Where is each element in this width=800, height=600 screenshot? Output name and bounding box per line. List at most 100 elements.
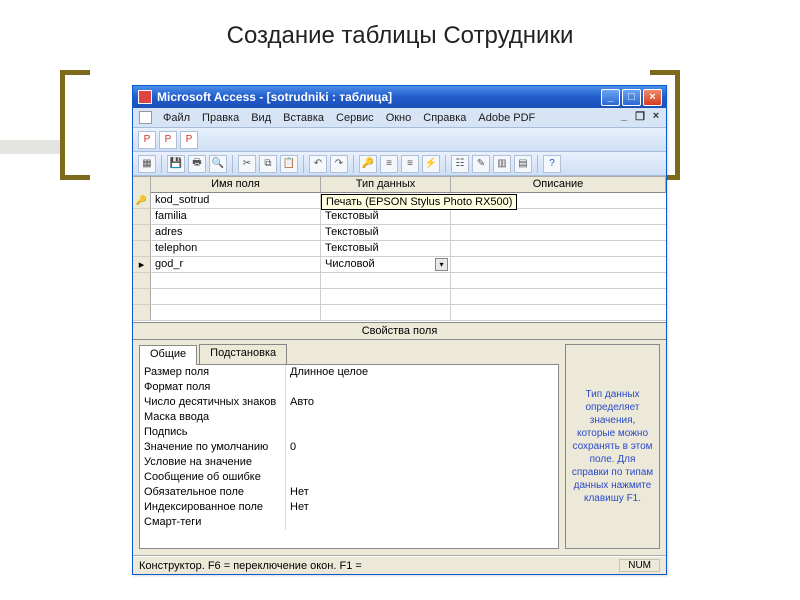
prop-label: Значение по умолчанию [140, 440, 285, 455]
table-row[interactable] [133, 273, 666, 289]
minimize-button[interactable]: _ [601, 89, 620, 106]
tab-general[interactable]: Общие [139, 345, 197, 365]
copy-icon[interactable]: ⧉ [259, 155, 277, 173]
field-type-cell[interactable]: Текстовый [321, 225, 451, 240]
decor-stripe [0, 140, 60, 154]
decor-bracket-left [60, 70, 90, 180]
grid-header: Имя поля Тип данных Описание [133, 177, 666, 193]
field-name-cell[interactable]: god_r [151, 257, 321, 272]
maximize-button[interactable]: □ [622, 89, 641, 106]
prop-value[interactable]: Нет [285, 485, 558, 500]
pdf-icon-2[interactable]: P [159, 131, 177, 149]
doc-min-icon[interactable]: _ [618, 110, 630, 122]
access-window: Microsoft Access - [sotrudniki : таблица… [132, 85, 667, 575]
slide-title: Создание таблицы Сотрудники [0, 22, 800, 50]
field-name-cell[interactable]: adres [151, 225, 321, 240]
rows-icon-2[interactable]: ≡ [401, 155, 419, 173]
prop-value[interactable]: Нет [285, 500, 558, 515]
field-name-cell[interactable]: kod_sotrud [151, 193, 321, 208]
prop-label: Обязательное поле [140, 485, 285, 500]
prop-value[interactable] [285, 425, 558, 440]
access-app-icon [138, 90, 152, 104]
prop-value[interactable] [285, 455, 558, 470]
field-properties-title: Свойства поля [133, 322, 666, 340]
menu-tools[interactable]: Сервис [331, 110, 379, 126]
table-row[interactable] [133, 305, 666, 321]
prop-label: Условие на значение [140, 455, 285, 470]
menu-view[interactable]: Вид [246, 110, 276, 126]
doc-restore-icon[interactable]: ❐ [634, 110, 646, 122]
view-icon[interactable]: ▦ [138, 155, 156, 173]
prop-label: Индексированное поле [140, 500, 285, 515]
prop-value[interactable] [285, 410, 558, 425]
table-row[interactable]: familia Текстовый [133, 209, 666, 225]
menu-adobe[interactable]: Adobe PDF [473, 110, 540, 126]
prop-label: Сообщение об ошибке [140, 470, 285, 485]
preview-icon[interactable]: 🔍 [209, 155, 227, 173]
table-row[interactable] [133, 289, 666, 305]
properties-grid: Размер поляДлинное целое Формат поля Чис… [139, 364, 559, 549]
help-icon[interactable]: ? [543, 155, 561, 173]
prop-value[interactable] [285, 380, 558, 395]
redo-icon[interactable]: ↷ [330, 155, 348, 173]
field-desc-cell[interactable] [451, 209, 666, 224]
field-grid: Имя поля Тип данных Описание Печать (EPS… [133, 176, 666, 322]
menubar: Файл Правка Вид Вставка Сервис Окно Спра… [133, 108, 666, 128]
prop-value[interactable] [285, 470, 558, 485]
prop-value[interactable]: Длинное целое [285, 365, 558, 380]
field-desc-cell[interactable] [451, 225, 666, 240]
statusbar: Конструктор. F6 = переключение окон. F1 … [133, 556, 666, 574]
index-icon[interactable]: ⚡ [422, 155, 440, 173]
cut-icon[interactable]: ✂ [238, 155, 256, 173]
table-row[interactable]: adres Текстовый [133, 225, 666, 241]
close-button[interactable]: × [643, 89, 662, 106]
prop-value[interactable]: Авто [285, 395, 558, 410]
field-desc-cell[interactable] [451, 257, 666, 272]
current-row-indicator-icon: ▸ [139, 258, 145, 271]
key-icon[interactable]: 🔑 [359, 155, 377, 173]
menu-window[interactable]: Окно [381, 110, 417, 126]
field-name-cell[interactable]: telephon [151, 241, 321, 256]
field-name-cell[interactable]: familia [151, 209, 321, 224]
document-icon [139, 111, 152, 124]
field-type-cell[interactable]: Текстовый [321, 241, 451, 256]
db-window-icon[interactable]: ▥ [493, 155, 511, 173]
print-icon[interactable]: 🖶 [188, 155, 206, 173]
table-row[interactable]: ▸ god_r Числовой ▾ [133, 257, 666, 273]
col-header-type[interactable]: Тип данных [321, 177, 451, 193]
prop-value[interactable] [285, 515, 558, 530]
toolbar-main: ▦ 💾 🖶 🔍 ✂ ⧉ 📋 ↶ ↷ 🔑 ≡ ≡ ⚡ ☷ ✎ ▥ ▤ ? [133, 152, 666, 176]
table-row[interactable]: telephon Текстовый [133, 241, 666, 257]
tab-lookup[interactable]: Подстановка [199, 344, 287, 364]
prop-label: Формат поля [140, 380, 285, 395]
prop-label: Размер поля [140, 365, 285, 380]
field-type-cell[interactable]: Числовой ▾ [321, 257, 451, 272]
primary-key-icon: 🔑 [136, 195, 147, 206]
menu-file[interactable]: Файл [158, 110, 195, 126]
field-type-cell[interactable]: Текстовый [321, 209, 451, 224]
props-icon[interactable]: ☷ [451, 155, 469, 173]
builder-icon[interactable]: ✎ [472, 155, 490, 173]
menu-insert[interactable]: Вставка [278, 110, 329, 126]
prop-value[interactable]: 0 [285, 440, 558, 455]
prop-label: Число десятичных знаков [140, 395, 285, 410]
save-icon[interactable]: 💾 [167, 155, 185, 173]
col-header-name[interactable]: Имя поля [151, 177, 321, 193]
pdf-icon-1[interactable]: P [138, 131, 156, 149]
paste-icon[interactable]: 📋 [280, 155, 298, 173]
pdf-icon-3[interactable]: P [180, 131, 198, 149]
toolbar-pdf: P P P [133, 128, 666, 152]
prop-label: Маска ввода [140, 410, 285, 425]
new-object-icon[interactable]: ▤ [514, 155, 532, 173]
menu-edit[interactable]: Правка [197, 110, 244, 126]
status-text: Конструктор. F6 = переключение окон. F1 … [139, 560, 362, 572]
doc-close-icon[interactable]: × [650, 110, 662, 122]
field-desc-cell[interactable] [451, 241, 666, 256]
print-tooltip: Печать (EPSON Stylus Photo RX500) [321, 194, 517, 210]
type-dropdown-icon[interactable]: ▾ [435, 258, 448, 271]
col-header-desc[interactable]: Описание [451, 177, 666, 193]
undo-icon[interactable]: ↶ [309, 155, 327, 173]
menu-help[interactable]: Справка [418, 110, 471, 126]
titlebar[interactable]: Microsoft Access - [sotrudniki : таблица… [133, 86, 666, 108]
rows-icon-1[interactable]: ≡ [380, 155, 398, 173]
